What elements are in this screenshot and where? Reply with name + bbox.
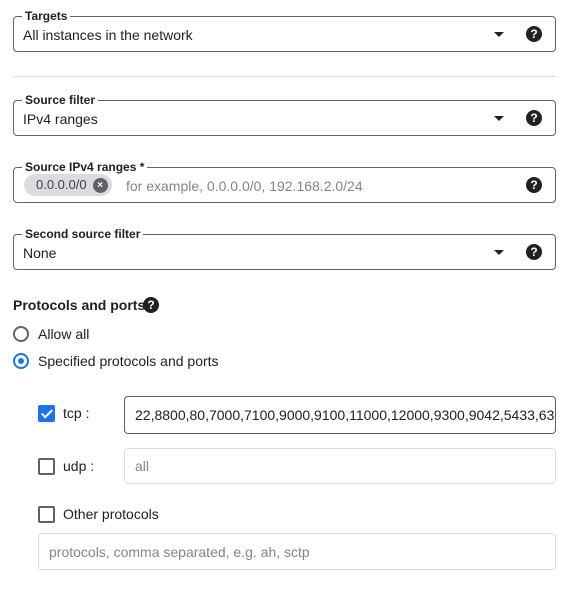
second-filter-value: None	[23, 245, 57, 261]
dropdown-arrow-icon[interactable]	[494, 32, 504, 37]
other-protocols-label: Other protocols	[63, 506, 159, 522]
radio-allow-all-label[interactable]: Allow all	[38, 325, 89, 343]
udp-checkbox[interactable]	[38, 458, 55, 475]
source-filter-value: IPv4 ranges	[23, 111, 98, 127]
targets-value: All instances in the network	[23, 27, 193, 43]
other-protocols-checkbox[interactable]	[38, 506, 55, 523]
range-chip-text: 0.0.0.0/0	[36, 177, 87, 192]
udp-ports-input[interactable]: all	[124, 448, 556, 484]
source-filter-select[interactable]: Source filter IPv4 ranges ?	[13, 92, 556, 136]
source-filter-label: Source filter	[22, 92, 99, 108]
cancel-circle-icon[interactable]: ×	[92, 177, 108, 193]
tcp-ports-value: 22,8800,80,7000,7100,9000,9100,11000,120…	[135, 407, 556, 423]
tcp-checkbox[interactable]	[38, 405, 55, 422]
source-ranges-placeholder[interactable]: for example, 0.0.0.0/0, 192.168.2.0/24	[126, 177, 363, 195]
radio-allow-all[interactable]	[13, 326, 29, 342]
targets-select[interactable]: Targets All instances in the network ?	[13, 8, 556, 52]
radio-specified-label[interactable]: Specified protocols and ports	[38, 352, 219, 370]
udp-ports-placeholder: all	[135, 458, 150, 474]
source-ranges-label: Source IPv4 ranges *	[22, 159, 148, 175]
second-filter-label: Second source filter	[22, 226, 144, 242]
tcp-label: tcp :	[63, 405, 90, 421]
section-divider	[13, 76, 556, 77]
second-source-filter-select[interactable]: Second source filter None ?	[13, 226, 556, 270]
dropdown-arrow-icon[interactable]	[494, 116, 504, 121]
help-icon[interactable]: ?	[143, 297, 159, 313]
other-protocols-input[interactable]: protocols, comma separated, e.g. ah, sct…	[38, 533, 556, 570]
protocols-title: Protocols and ports	[13, 297, 146, 313]
help-icon[interactable]: ?	[526, 110, 542, 126]
other-protocols-placeholder: protocols, comma separated, e.g. ah, sct…	[49, 543, 310, 560]
help-icon[interactable]: ?	[526, 177, 542, 193]
source-ranges-field[interactable]: Source IPv4 ranges * 0.0.0.0/0 × for exa…	[13, 159, 556, 203]
tcp-ports-input[interactable]: 22,8800,80,7000,7100,9000,9100,11000,120…	[124, 396, 556, 434]
dropdown-arrow-icon[interactable]	[494, 250, 504, 255]
udp-label: udp :	[63, 458, 95, 474]
range-chip: 0.0.0.0/0 ×	[24, 174, 112, 196]
targets-label: Targets	[22, 8, 71, 24]
help-icon[interactable]: ?	[526, 244, 542, 260]
help-icon[interactable]: ?	[526, 26, 542, 42]
radio-specified[interactable]	[13, 353, 29, 369]
